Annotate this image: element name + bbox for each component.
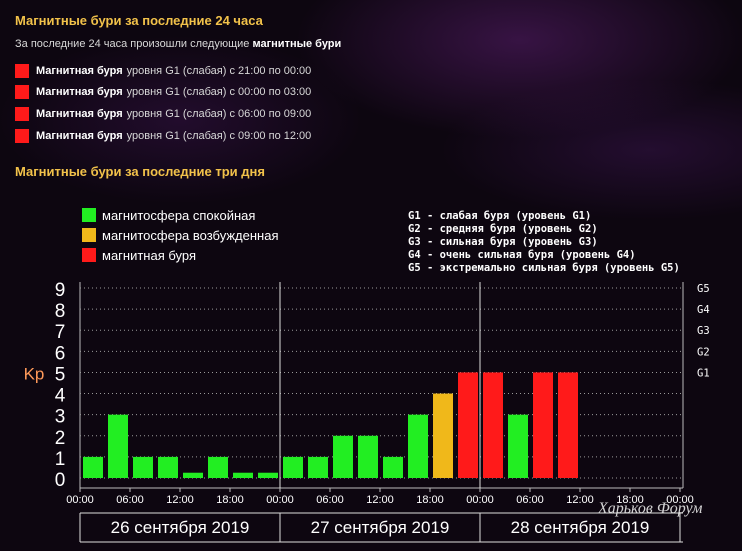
x-tick-label: 12:00 (566, 494, 594, 506)
y-tick-label: 7 (55, 322, 66, 343)
x-tick-label: 00:00 (266, 494, 294, 506)
kp-bar (133, 456, 153, 478)
storm-square-icon (15, 84, 29, 99)
kp-bar (358, 435, 378, 478)
intro-text: За последние 24 часа произошли следующие… (15, 38, 342, 50)
g-legend-item: G1 - слабая буря (уровень G1) (408, 210, 591, 222)
storm-square-icon (15, 63, 29, 78)
g-level-label: G3 (697, 325, 710, 337)
g-legend-item: G2 - средняя буря (уровень G2) (408, 223, 598, 235)
kp-bar (483, 372, 503, 478)
kp-bar (383, 456, 403, 478)
g-level-label: G1 (697, 367, 710, 379)
page-title: Магнитные бури за последние 24 часа (15, 13, 263, 28)
y-tick-label: 0 (55, 470, 66, 491)
kp-bar (458, 372, 478, 478)
kp-chart: магнитосфера спокойная магнитосфера возбу… (24, 208, 710, 543)
x-tick-label: 18:00 (416, 494, 444, 506)
legend-label: магнитная буря (102, 248, 196, 263)
storm-item: Магнитная буря уровня G1 (слабая) с 21:00… (15, 63, 311, 78)
g-level-label: G4 (697, 304, 710, 316)
legend-label: магнитосфера возбужденная (102, 228, 279, 243)
x-tick-label: 06:00 (116, 494, 144, 506)
x-tick-label: 18:00 (216, 494, 244, 506)
g-level-label: G2 (697, 346, 710, 358)
x-tick-label: 00:00 (66, 494, 94, 506)
x-tick-label: 06:00 (516, 494, 544, 506)
section-title: Магнитные бури за последние три дня (15, 164, 265, 179)
x-tick-label: 12:00 (366, 494, 394, 506)
g-legend-item: G5 - экстремально сильная буря (уровень … (408, 262, 680, 274)
day-label: 27 сентября 2019 (311, 518, 450, 537)
storm-square-icon (15, 128, 29, 143)
kp-bar (258, 472, 278, 478)
y-tick-label: 2 (55, 428, 66, 449)
storm-item: Магнитная буря уровня G1 (слабая) с 09:00… (15, 128, 311, 143)
x-tick-label: 06:00 (316, 494, 344, 506)
y-tick-label: 5 (55, 364, 66, 385)
g-level-label: G5 (697, 283, 710, 295)
x-tick-label: 00:00 (466, 494, 494, 506)
y-tick-label: 6 (55, 343, 66, 364)
kp-bar (308, 456, 328, 478)
x-tick-label: 12:00 (166, 494, 194, 506)
y-tick-label: 3 (55, 407, 66, 428)
kp-bar (233, 472, 253, 478)
kp-bar (408, 414, 428, 478)
kp-bar (333, 435, 353, 478)
day-label: 26 сентября 2019 (111, 518, 250, 537)
y-tick-label: 8 (55, 301, 66, 322)
kp-bar (558, 372, 578, 478)
watermark: Харьков Форум (597, 500, 702, 517)
kp-bar (108, 414, 128, 478)
legend-label: магнитосфера спокойная (102, 208, 255, 223)
y-tick-label: 4 (55, 386, 66, 407)
y-axis-label: Kp (24, 364, 45, 383)
y-tick-label: 9 (55, 280, 66, 301)
storm-item: Магнитная буря уровня G1 (слабая) с 06:00… (15, 106, 311, 121)
kp-bar (533, 372, 553, 478)
kp-bar (283, 456, 303, 478)
g-legend-item: G3 - сильная буря (уровень G3) (408, 236, 598, 248)
kp-bar (183, 472, 203, 478)
legend-swatch (82, 208, 96, 222)
day-label: 28 сентября 2019 (511, 518, 650, 537)
kp-bar (208, 456, 228, 478)
kp-bar (83, 456, 103, 478)
kp-bar (508, 414, 528, 478)
kp-bar (158, 456, 178, 478)
y-tick-label: 1 (55, 449, 66, 470)
storm-item: Магнитная буря уровня G1 (слабая) с 00:00… (15, 84, 311, 99)
storm-square-icon (15, 106, 29, 121)
legend-swatch (82, 228, 96, 242)
g-legend-item: G4 - очень сильная буря (уровень G4) (408, 249, 636, 261)
legend-swatch (82, 248, 96, 262)
kp-bar (433, 393, 453, 478)
